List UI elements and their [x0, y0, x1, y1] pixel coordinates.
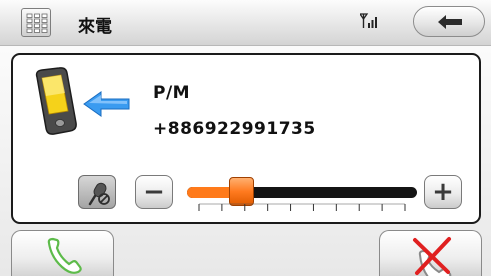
plus-icon: + — [432, 177, 454, 207]
caller-number: +886922991735 — [153, 119, 316, 139]
mute-button[interactable] — [78, 175, 116, 209]
incoming-call-phone-icon — [29, 67, 134, 146]
volume-slider-thumb[interactable] — [229, 177, 255, 206]
caller-name: P/M — [153, 83, 191, 103]
back-arrow-icon — [438, 15, 462, 29]
volume-up-button[interactable]: + — [424, 175, 462, 209]
minus-icon: − — [143, 177, 165, 207]
answer-button[interactable] — [11, 230, 114, 276]
page-title: 來電 — [78, 17, 112, 37]
answer-handset-icon — [47, 237, 82, 274]
keypad-icon[interactable] — [21, 8, 51, 37]
reject-handset-icon — [413, 237, 452, 276]
microphone-mute-icon — [88, 182, 110, 206]
signal-strength-icon — [358, 13, 380, 33]
call-info-panel: P/M +886922991735 − + — [11, 53, 481, 224]
back-button[interactable] — [413, 6, 485, 37]
incoming-call-screen: 來電 P/M +886922991735 − + — [0, 0, 491, 276]
volume-down-button[interactable]: − — [135, 175, 173, 209]
volume-slider-ticks — [198, 203, 406, 211]
volume-slider[interactable] — [187, 173, 419, 213]
reject-button[interactable] — [379, 230, 482, 276]
title-bar: 來電 — [0, 0, 491, 46]
